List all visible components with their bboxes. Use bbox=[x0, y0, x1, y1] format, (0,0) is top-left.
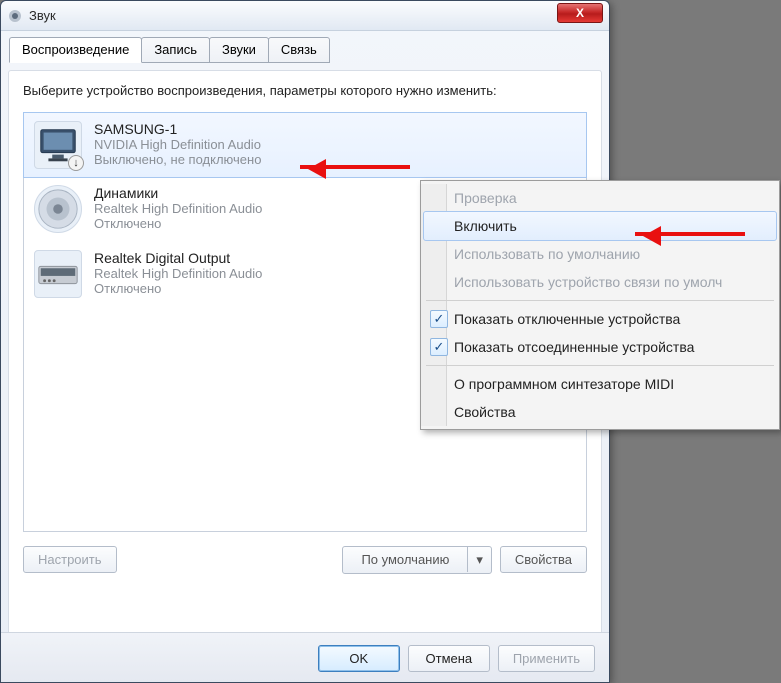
menu-separator bbox=[426, 300, 774, 301]
tab-comm[interactable]: Связь bbox=[268, 37, 330, 63]
device-driver: Realtek High Definition Audio bbox=[94, 201, 262, 216]
set-default-button[interactable]: По умолчанию ▾ bbox=[342, 546, 491, 574]
menu-use-default[interactable]: Использовать по умолчанию bbox=[424, 240, 776, 268]
annotation-arrow bbox=[300, 165, 410, 169]
device-status: Отключено bbox=[94, 216, 262, 231]
digital-out-icon bbox=[34, 250, 82, 298]
menu-use-comm-default[interactable]: Использовать устройство связи по умолч bbox=[424, 268, 776, 296]
annotation-arrow bbox=[635, 232, 745, 236]
menu-test[interactable]: Проверка bbox=[424, 184, 776, 212]
titlebar[interactable]: Звук X bbox=[1, 1, 609, 31]
device-name: SAMSUNG-1 bbox=[94, 121, 261, 137]
speaker-icon bbox=[34, 185, 82, 233]
tab-record[interactable]: Запись bbox=[141, 37, 210, 63]
properties-button[interactable]: Свойства bbox=[500, 546, 587, 573]
menu-show-disconnected[interactable]: ✓ Показать отсоединенные устройства bbox=[424, 333, 776, 361]
prompt-text: Выберите устройство воспроизведения, пар… bbox=[23, 82, 587, 100]
menu-enable[interactable]: Включить bbox=[423, 211, 777, 241]
context-menu: Проверка Включить Использовать по умолча… bbox=[420, 180, 780, 430]
menu-show-disabled[interactable]: ✓ Показать отключенные устройства bbox=[424, 305, 776, 333]
device-driver: NVIDIA High Definition Audio bbox=[94, 137, 261, 152]
tabs: Воспроизведение Запись Звуки Связь bbox=[9, 37, 609, 63]
monitor-icon: ↓ bbox=[34, 121, 82, 169]
configure-button[interactable]: Настроить bbox=[23, 546, 117, 573]
device-driver: Realtek High Definition Audio bbox=[94, 266, 262, 281]
disabled-badge-icon: ↓ bbox=[68, 155, 84, 171]
close-button[interactable]: X bbox=[557, 3, 603, 23]
check-icon: ✓ bbox=[430, 310, 448, 328]
device-name: Realtek Digital Output bbox=[94, 250, 262, 266]
cancel-button[interactable]: Отмена bbox=[408, 645, 490, 672]
ok-button[interactable]: OK bbox=[318, 645, 400, 672]
menu-about-midi[interactable]: О программном синтезаторе MIDI bbox=[424, 370, 776, 398]
device-name: Динамики bbox=[94, 185, 262, 201]
tab-playback[interactable]: Воспроизведение bbox=[9, 37, 142, 63]
dialog-footer: OK Отмена Применить bbox=[1, 632, 609, 682]
tab-sounds[interactable]: Звуки bbox=[209, 37, 269, 63]
check-icon: ✓ bbox=[430, 338, 448, 356]
app-icon bbox=[7, 8, 23, 24]
device-status: Отключено bbox=[94, 281, 262, 296]
chevron-down-icon[interactable]: ▾ bbox=[468, 547, 491, 573]
menu-properties[interactable]: Свойства bbox=[424, 398, 776, 426]
menu-separator bbox=[426, 365, 774, 366]
apply-button[interactable]: Применить bbox=[498, 645, 595, 672]
window-title: Звук bbox=[29, 8, 603, 23]
bottom-panel: Настроить По умолчанию ▾ Свойства bbox=[23, 546, 587, 574]
close-icon: X bbox=[576, 6, 584, 20]
device-status: Выключено, не подключено bbox=[94, 152, 261, 167]
